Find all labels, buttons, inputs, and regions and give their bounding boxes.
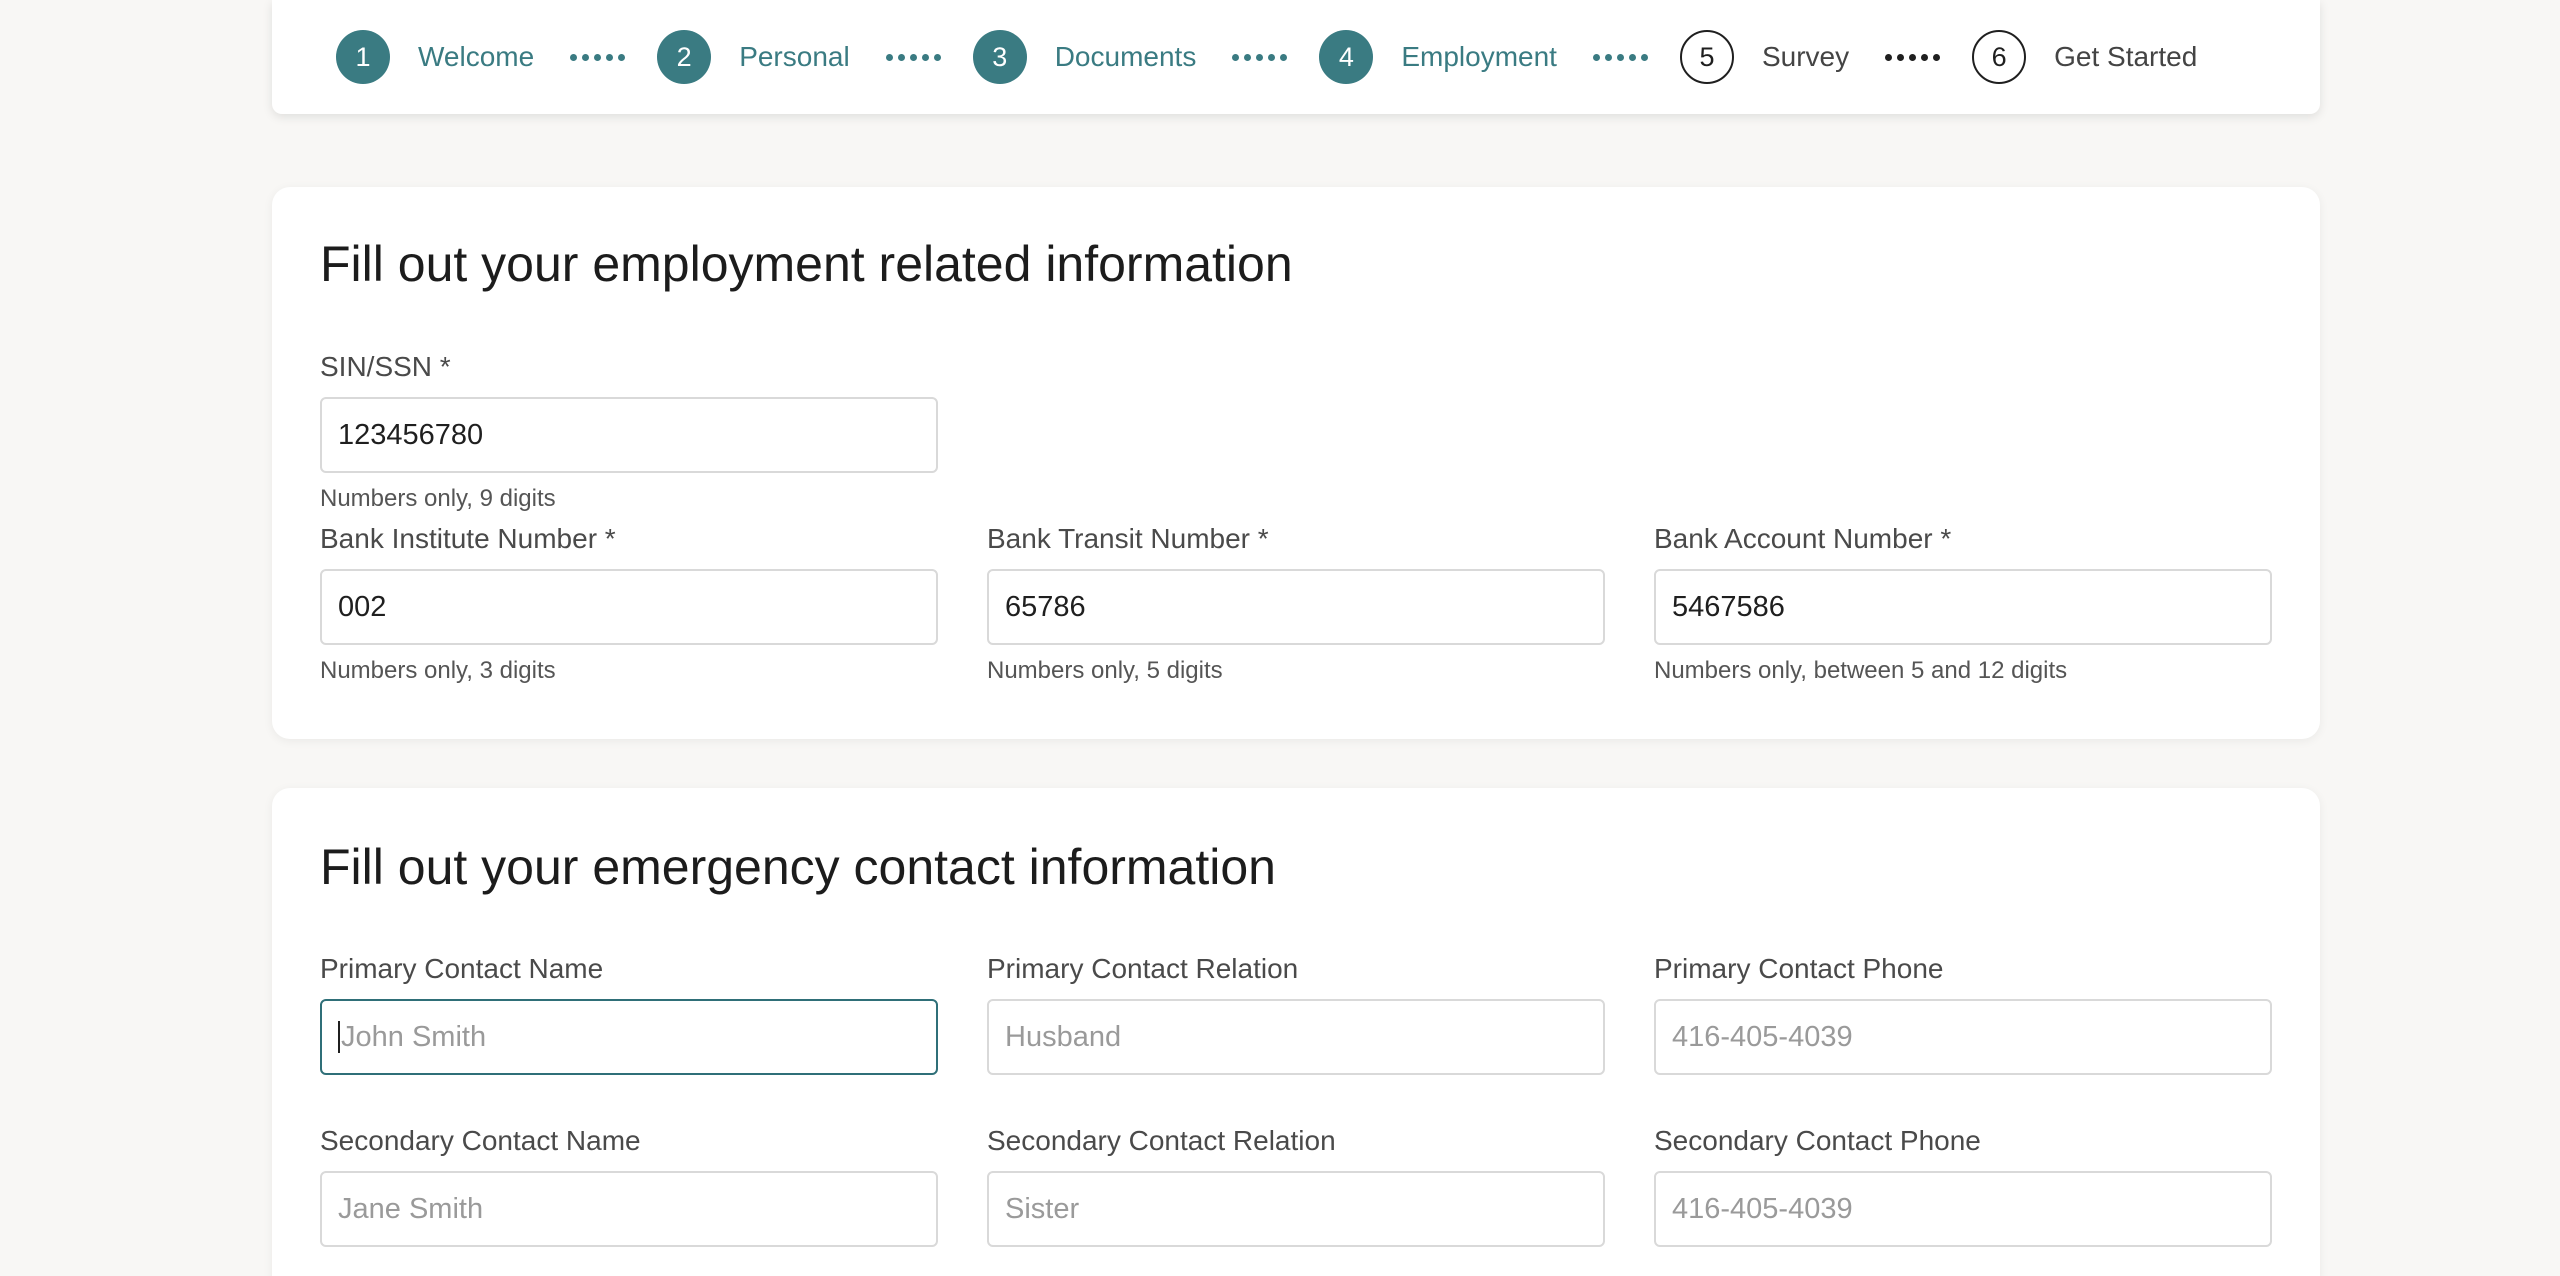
secondary-relation-field-group: Secondary Contact Relation Sister — [987, 1125, 1605, 1247]
step-personal[interactable]: 2 Personal — [657, 30, 850, 84]
sin-input[interactable]: 123456780 — [320, 397, 938, 473]
primary-name-label: Primary Contact Name — [320, 953, 604, 984]
step-number: 6 — [1972, 30, 2027, 84]
secondary-contact-name-input[interactable]: Jane Smith — [320, 1171, 938, 1247]
secondary-phone-field-group: Secondary Contact Phone 416-405-4039 — [1654, 1125, 2272, 1247]
secondary-contact-phone-input[interactable]: 416-405-4039 — [1654, 1171, 2272, 1247]
sin-field-group: SIN/SSN * 123456780 Numbers only, 9 digi… — [320, 351, 938, 513]
step-number: 4 — [1319, 30, 1374, 84]
progress-stepper: 1 Welcome 2 Personal 3 Documents 4 Emplo… — [272, 0, 2320, 114]
primary-name-field-group: Primary Contact Name John Smith — [320, 953, 938, 1075]
section-title: Fill out your emergency contact informat… — [320, 839, 1276, 895]
secondary-contact-relation-input[interactable]: Sister — [987, 1171, 1605, 1247]
step-label: Survey — [1761, 41, 1850, 72]
step-welcome[interactable]: 1 Welcome — [336, 30, 534, 84]
step-number: 1 — [336, 30, 390, 84]
step-number: 2 — [657, 30, 712, 84]
account-hint: Numbers only, between 5 and 12 digits — [1654, 657, 2068, 684]
step-survey[interactable]: 5 Survey — [1679, 30, 1850, 84]
institute-number-input[interactable]: 002 — [320, 569, 938, 645]
account-field-group: Bank Account Number * 5467586 Numbers on… — [1654, 523, 2272, 685]
step-label: Welcome — [418, 41, 535, 72]
transit-hint: Numbers only, 5 digits — [987, 657, 1223, 684]
step-documents[interactable]: 3 Documents — [972, 30, 1197, 84]
step-connector — [1885, 30, 1941, 84]
step-number: 5 — [1679, 30, 1734, 84]
primary-phone-field-group: Primary Contact Phone 416-405-4039 — [1654, 953, 2272, 1075]
secondary-name-label: Secondary Contact Name — [320, 1125, 641, 1156]
step-get-started[interactable]: 6 Get Started — [1972, 30, 2197, 84]
account-number-input[interactable]: 5467586 — [1654, 569, 2272, 645]
step-label: Employment — [1401, 41, 1557, 72]
secondary-relation-label: Secondary Contact Relation — [987, 1125, 1336, 1156]
onboarding-page: 1 Welcome 2 Personal 3 Documents 4 Emplo… — [0, 0, 2560, 1276]
step-connector — [885, 30, 941, 84]
step-label: Get Started — [2054, 41, 2198, 72]
sin-label: SIN/SSN * — [320, 351, 451, 382]
step-connector — [570, 30, 626, 84]
step-connector — [1232, 30, 1288, 84]
institute-label: Bank Institute Number * — [320, 523, 616, 554]
institute-field-group: Bank Institute Number * 002 Numbers only… — [320, 523, 938, 685]
emergency-contact-card: Fill out your emergency contact informat… — [272, 788, 2320, 1276]
employment-info-card: Fill out your employment related informa… — [272, 187, 2320, 739]
step-label: Personal — [739, 41, 850, 72]
text-caret — [338, 1021, 340, 1053]
secondary-name-field-group: Secondary Contact Name Jane Smith — [320, 1125, 938, 1247]
primary-contact-phone-input[interactable]: 416-405-4039 — [1654, 999, 2272, 1075]
transit-number-input[interactable]: 65786 — [987, 569, 1605, 645]
primary-contact-name-input[interactable]: John Smith — [320, 999, 938, 1075]
primary-contact-relation-input[interactable]: Husband — [987, 999, 1605, 1075]
sin-hint: Numbers only, 9 digits — [320, 485, 556, 512]
transit-field-group: Bank Transit Number * 65786 Numbers only… — [987, 523, 1605, 685]
step-number: 3 — [972, 30, 1027, 84]
step-connector — [1592, 30, 1648, 84]
primary-name-placeholder: John Smith — [341, 1020, 487, 1053]
primary-relation-label: Primary Contact Relation — [987, 953, 1299, 984]
transit-label: Bank Transit Number * — [987, 523, 1269, 554]
step-employment[interactable]: 4 Employment — [1319, 30, 1557, 84]
section-title: Fill out your employment related informa… — [320, 236, 1293, 292]
institute-hint: Numbers only, 3 digits — [320, 657, 556, 684]
secondary-phone-label: Secondary Contact Phone — [1654, 1125, 1981, 1156]
step-label: Documents — [1054, 41, 1197, 72]
account-label: Bank Account Number * — [1654, 523, 1952, 554]
primary-relation-field-group: Primary Contact Relation Husband — [987, 953, 1605, 1075]
primary-phone-label: Primary Contact Phone — [1654, 953, 1944, 984]
